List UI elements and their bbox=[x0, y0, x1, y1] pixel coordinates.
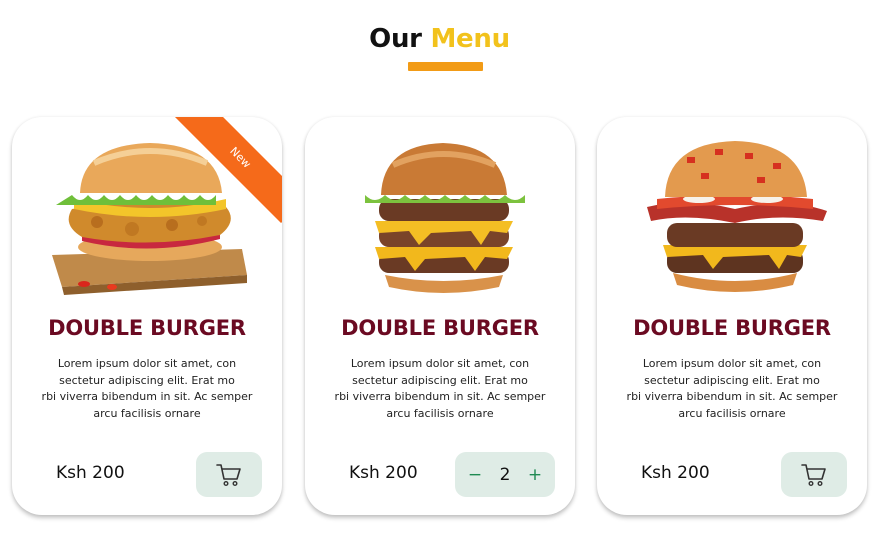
card-description: Lorem ipsum dolor sit amet, con sectetur… bbox=[325, 356, 555, 422]
desc-line: Lorem ipsum dolor sit amet, con bbox=[57, 357, 237, 370]
quantity-stepper: − 2 + bbox=[455, 452, 555, 497]
desc-line: rbi viverra bibendum in sit. Ac semper bbox=[334, 390, 546, 403]
menu-card: DOUBLE BURGER Lorem ipsum dolor sit amet… bbox=[305, 117, 575, 515]
quantity-value: 2 bbox=[499, 464, 511, 485]
desc-line: Lorem ipsum dolor sit amet, con bbox=[642, 357, 822, 370]
burger-image bbox=[365, 143, 525, 293]
page-title-part2: Menu bbox=[430, 24, 510, 54]
desc-line: sectetur adipiscing elit. Erat mo bbox=[644, 373, 820, 387]
page-title: Our Menu bbox=[0, 24, 879, 54]
card-description: Lorem ipsum dolor sit amet, con sectetur… bbox=[32, 356, 262, 422]
card-title: DOUBLE BURGER bbox=[633, 316, 831, 340]
card-title: DOUBLE BURGER bbox=[341, 316, 539, 340]
desc-line: arcu facilisis ornare bbox=[386, 406, 494, 420]
desc-line: sectetur adipiscing elit. Erat mo bbox=[59, 373, 235, 387]
page-title-part1: Our bbox=[369, 24, 422, 54]
cart-icon bbox=[216, 463, 241, 486]
desc-line: arcu facilisis ornare bbox=[93, 406, 201, 420]
desc-line: Lorem ipsum dolor sit amet, con bbox=[350, 357, 530, 370]
card-price: Ksh 200 bbox=[641, 463, 710, 483]
card-price: Ksh 200 bbox=[349, 463, 418, 483]
desc-line: rbi viverra bibendum in sit. Ac semper bbox=[41, 390, 253, 403]
card-price: Ksh 200 bbox=[56, 463, 125, 483]
title-underline bbox=[408, 62, 483, 71]
card-title: DOUBLE BURGER bbox=[48, 316, 246, 340]
desc-line: sectetur adipiscing elit. Erat mo bbox=[352, 373, 528, 387]
add-to-cart-button[interactable] bbox=[196, 452, 262, 497]
burger-image bbox=[52, 143, 247, 295]
burger-image bbox=[647, 141, 827, 292]
cart-icon bbox=[801, 463, 826, 486]
desc-line: rbi viverra bibendum in sit. Ac semper bbox=[626, 390, 838, 403]
desc-line: arcu facilisis ornare bbox=[678, 406, 786, 420]
card-description: Lorem ipsum dolor sit amet, con sectetur… bbox=[617, 356, 847, 422]
increment-button[interactable]: + bbox=[526, 465, 544, 485]
add-to-cart-button[interactable] bbox=[781, 452, 847, 497]
decrement-button[interactable]: − bbox=[466, 465, 484, 485]
menu-card: New DOUBLE BURGER Lorem ipsum dolor sit … bbox=[12, 117, 282, 515]
menu-card: DOUBLE BURGER Lorem ipsum dolor sit amet… bbox=[597, 117, 867, 515]
